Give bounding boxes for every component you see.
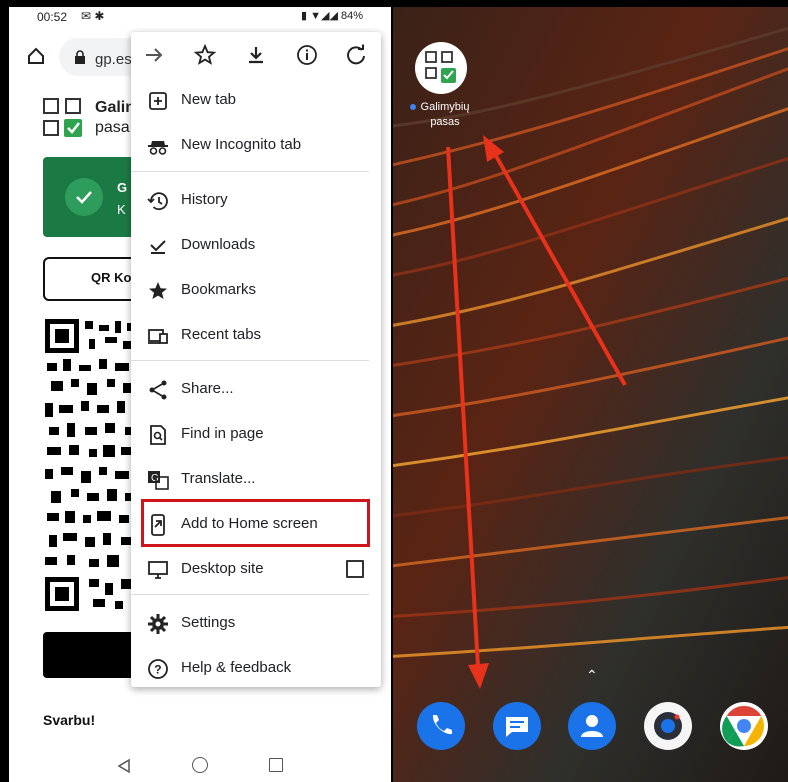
phone-icon[interactable] bbox=[417, 702, 465, 750]
app-label-line2: pasas bbox=[430, 116, 460, 128]
settings-icon bbox=[148, 614, 168, 634]
menu-item-downloads[interactable]: Downloads bbox=[131, 225, 381, 265]
menu-item-new-tab[interactable]: New tab bbox=[131, 80, 381, 120]
menu-label: Downloads bbox=[181, 236, 256, 253]
menu-label: Find in page bbox=[181, 425, 264, 442]
site-subtitle: pasa bbox=[95, 119, 130, 136]
card-subtitle: K bbox=[117, 202, 126, 217]
download-icon[interactable] bbox=[245, 44, 267, 66]
menu-item-new-incognito-tab[interactable]: New Incognito tab bbox=[131, 125, 381, 165]
info-icon[interactable] bbox=[296, 44, 318, 66]
menu-divider bbox=[131, 360, 369, 361]
refresh-icon[interactable] bbox=[345, 44, 367, 66]
menu-item-desktop-site[interactable]: Desktop site bbox=[131, 549, 381, 589]
chevron-up-icon[interactable]: ⌃ bbox=[586, 667, 598, 684]
url-text: gp.es bbox=[95, 51, 132, 68]
messages-icon[interactable] bbox=[493, 702, 541, 750]
help-icon: ? bbox=[148, 659, 168, 679]
site-title: Galin bbox=[95, 99, 136, 116]
desktop-icon bbox=[148, 561, 168, 579]
menu-label: Bookmarks bbox=[181, 281, 257, 298]
site-logo-icon bbox=[43, 98, 82, 137]
card-title: G bbox=[117, 180, 128, 195]
menu-item-recent-tabs[interactable]: Recent tabs bbox=[131, 315, 381, 355]
menu-divider bbox=[131, 594, 369, 595]
menu-divider bbox=[131, 171, 369, 172]
home-nav-icon[interactable] bbox=[192, 757, 208, 773]
menu-label: Translate... bbox=[181, 470, 256, 487]
qr-button-label: QR Ko bbox=[91, 270, 132, 285]
status-time: 00:52 bbox=[37, 10, 68, 24]
chrome-icon[interactable] bbox=[720, 702, 768, 750]
menu-label: New Incognito tab bbox=[181, 136, 302, 153]
status-icons-right: ▮ ▼◢◢ 84% bbox=[300, 10, 363, 22]
star-icon[interactable] bbox=[194, 44, 216, 66]
menu-item-history[interactable]: History bbox=[131, 180, 381, 220]
chrome-overflow-menu: New tab New Incognito tab History Downlo… bbox=[131, 32, 381, 687]
menu-label: History bbox=[181, 191, 228, 208]
camera-icon[interactable] bbox=[644, 702, 692, 750]
menu-item-settings[interactable]: Settings bbox=[131, 603, 381, 643]
forward-icon[interactable] bbox=[143, 44, 165, 66]
menu-item-bookmarks[interactable]: Bookmarks bbox=[131, 270, 381, 310]
svg-text:?: ? bbox=[154, 663, 161, 677]
menu-label: Recent tabs bbox=[181, 326, 262, 343]
menu-item-translate[interactable]: G Translate... bbox=[131, 459, 381, 499]
lock-icon bbox=[75, 50, 85, 64]
incognito-icon bbox=[148, 141, 168, 155]
desktop-site-checkbox[interactable] bbox=[346, 560, 364, 578]
galimybiu-pasas-app-icon[interactable] bbox=[415, 42, 467, 94]
downloads-icon bbox=[150, 240, 166, 254]
important-heading: Svarbu! bbox=[43, 712, 96, 728]
check-icon bbox=[65, 178, 103, 216]
menu-label: Settings bbox=[181, 614, 236, 631]
recents-icon[interactable] bbox=[269, 758, 283, 772]
svg-text:G: G bbox=[151, 473, 159, 484]
menu-item-help-feedback[interactable]: ? Help & feedback bbox=[131, 648, 381, 688]
home-screen: Galimybių pasas ⌃ bbox=[393, 7, 788, 782]
status-icons-left: ✉ ✱ bbox=[81, 9, 105, 23]
menu-label: Share... bbox=[181, 380, 234, 397]
history-icon bbox=[147, 192, 168, 211]
home-icon[interactable] bbox=[26, 46, 46, 66]
menu-item-share[interactable]: Share... bbox=[131, 369, 381, 409]
menu-toolbar bbox=[131, 32, 381, 78]
back-icon[interactable] bbox=[117, 758, 131, 774]
menu-label: Desktop site bbox=[181, 560, 264, 577]
new-tab-icon bbox=[149, 92, 167, 110]
battery-level: 84% bbox=[340, 10, 363, 22]
android-nav-bar bbox=[9, 752, 391, 782]
highlight-box bbox=[141, 499, 370, 547]
find-icon bbox=[150, 425, 166, 445]
app-label-line1: Galimybių bbox=[420, 101, 470, 113]
bookmarks-icon bbox=[149, 282, 167, 299]
recent-tabs-icon bbox=[148, 329, 168, 344]
status-bar: 00:52 ✉ ✱ ▮ ▼◢◢ 84% bbox=[9, 7, 391, 27]
share-icon bbox=[149, 380, 167, 400]
menu-label: New tab bbox=[181, 91, 237, 108]
menu-label: Help & feedback bbox=[181, 659, 292, 676]
menu-item-find-in-page[interactable]: Find in page bbox=[131, 414, 381, 454]
translate-icon: G bbox=[148, 471, 169, 490]
contacts-icon[interactable] bbox=[568, 702, 616, 750]
